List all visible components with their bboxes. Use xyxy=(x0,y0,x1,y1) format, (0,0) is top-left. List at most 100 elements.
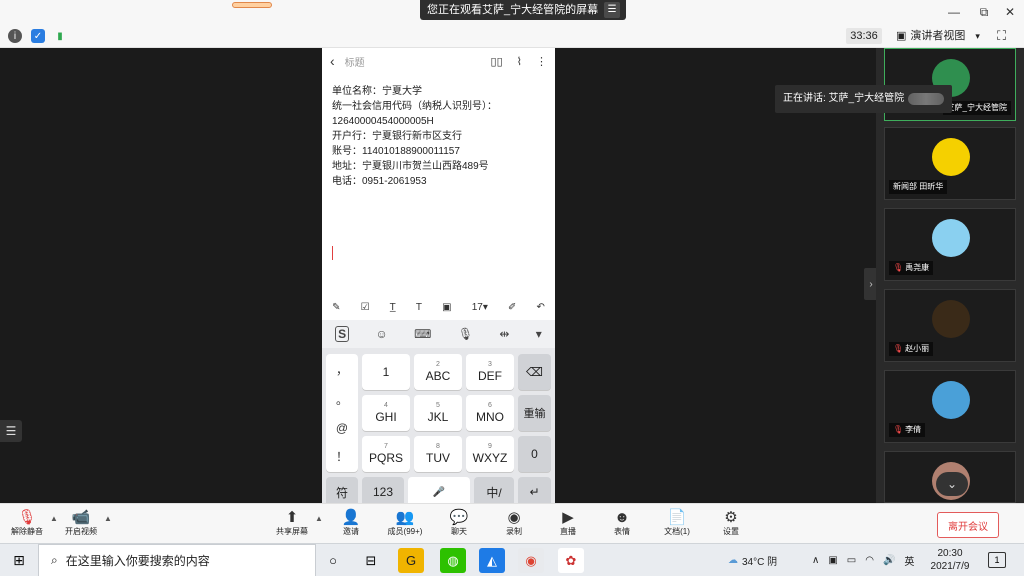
font-size-select[interactable]: 17▾ xyxy=(472,302,488,313)
restore-icon[interactable]: ⧉ xyxy=(970,0,998,24)
backspace-key[interactable]: ⌫ xyxy=(518,354,551,390)
sogou-logo-icon[interactable]: S xyxy=(335,326,350,342)
key-4[interactable]: 4 GHI xyxy=(362,395,410,431)
image-icon[interactable]: ▣ xyxy=(442,302,451,313)
taskbar-app-icon[interactable]: G xyxy=(398,548,424,573)
search-icon: ⌕ xyxy=(51,553,58,567)
more-icon[interactable]: ⋮ xyxy=(536,55,547,68)
key-6[interactable]: 6 MNO xyxy=(466,395,514,431)
docs-button[interactable]: 📄 文档(1) xyxy=(652,508,702,537)
tray-app-icon[interactable]: ▣ xyxy=(828,555,837,566)
participant-tile[interactable]: 🎙 禹尧康 xyxy=(884,208,1016,281)
emoji-button[interactable]: ☻ 表情 xyxy=(597,508,647,537)
settings-button[interactable]: ⚙ 设置 xyxy=(706,508,756,537)
number-switch-key[interactable]: 123 xyxy=(362,477,404,503)
chevron-up-icon[interactable]: ▲ xyxy=(104,514,112,523)
retype-key[interactable]: 重输 xyxy=(518,395,551,431)
pen-icon[interactable]: ✎ xyxy=(332,302,340,313)
key-9[interactable]: 9 WXYZ xyxy=(466,436,514,472)
menu-icon[interactable]: ☰ xyxy=(604,2,621,18)
meeting-app-icon[interactable]: ◭ xyxy=(479,548,505,573)
volume-icon[interactable]: 🔊 xyxy=(883,555,895,566)
members-button[interactable]: 👥 成员(99+) xyxy=(380,508,430,537)
chevron-down-icon[interactable]: ⌄ xyxy=(936,472,968,496)
start-video-button[interactable]: 📹 开启视频 xyxy=(56,508,106,537)
brush-icon[interactable]: ✐ xyxy=(508,302,516,313)
wechat-icon[interactable]: ◍ xyxy=(440,548,466,573)
symbol-switch-key[interactable]: 符 xyxy=(326,477,358,503)
muted-mic-icon: 🎙 xyxy=(17,509,37,526)
text-style-icon[interactable]: T xyxy=(416,302,422,313)
info-icon[interactable]: i xyxy=(8,29,22,43)
live-button[interactable]: ▶ 直播 xyxy=(543,508,593,537)
task-view-icon[interactable]: ○ xyxy=(320,548,346,573)
view-mode-dropdown[interactable]: ▣ 演讲者视图 ▾ xyxy=(896,27,980,45)
leave-meeting-button[interactable]: 离开会议 xyxy=(937,512,999,538)
avatar xyxy=(932,219,970,257)
paperclip-icon[interactable]: ⌇ xyxy=(517,55,522,68)
ime-indicator[interactable]: 英 xyxy=(904,553,914,568)
key-8[interactable]: 8 TUV xyxy=(414,436,462,472)
status-pill xyxy=(232,2,272,8)
collapse-keyboard-icon[interactable]: ▾ xyxy=(536,327,542,341)
meeting-toolbar: i ✓ ▮ 33:36 ▣ 演讲者视图 ▾ ⛶ xyxy=(0,24,1024,48)
taskbar-app-icon[interactable]: ⊟ xyxy=(358,548,384,573)
key-7[interactable]: 7 PQRS xyxy=(362,436,410,472)
enter-key[interactable]: ↵ xyxy=(518,477,551,503)
wifi-icon[interactable]: ◠ xyxy=(865,555,874,566)
chat-button[interactable]: 💬 聊天 xyxy=(434,508,484,537)
participant-tile[interactable]: 新闻部 田昕华 xyxy=(884,127,1016,200)
lang-switch-key[interactable]: 中/ xyxy=(474,477,514,503)
mic-icon[interactable]: 🎙 xyxy=(458,327,473,341)
symbol-column[interactable]: ， 。 @ ！ xyxy=(326,354,358,472)
unmute-button[interactable]: 🎙 解除静音 xyxy=(2,508,52,537)
chrome-icon[interactable]: ◉ xyxy=(518,548,544,573)
cursor-move-icon[interactable]: ⇹ xyxy=(499,327,509,341)
taskbar-search-input[interactable]: ⌕ 在这里输入你要搜索的内容 xyxy=(38,544,316,576)
note-title: 标题 xyxy=(344,57,365,69)
participant-tile[interactable]: 🎙 赵小丽 xyxy=(884,289,1016,362)
chevron-up-icon[interactable]: ∧ xyxy=(812,555,819,566)
checkbox-icon[interactable]: ☑ xyxy=(361,302,370,313)
close-icon[interactable]: ✕ xyxy=(996,0,1024,24)
symbol-key[interactable]: 。 xyxy=(336,391,348,408)
notification-icon[interactable]: 1 xyxy=(988,552,1006,568)
minimize-icon[interactable]: — xyxy=(940,0,968,24)
taskbar-app-icon[interactable]: ✿ xyxy=(558,548,584,573)
record-button[interactable]: ◉ 录制 xyxy=(489,508,539,537)
system-tray: ∧ ▣ ▭ ◠ 🔊 英 xyxy=(812,544,914,576)
shield-icon[interactable]: ✓ xyxy=(31,29,45,43)
fullscreen-icon[interactable]: ⛶ xyxy=(997,28,1006,44)
space-key[interactable]: 🎤 xyxy=(408,477,470,503)
participant-panel: 艾萨_宁大经管院 新闻部 田昕华 🎙 禹尧康 🎙 赵小丽 🎙 李倩 xyxy=(876,48,1024,503)
text-cursor xyxy=(332,246,333,260)
back-icon[interactable]: ‹ xyxy=(330,53,335,69)
share-screen-icon: ⬆ xyxy=(285,509,299,526)
list-icon[interactable]: ☰ xyxy=(0,420,22,442)
key-5[interactable]: 5 JKL xyxy=(414,395,462,431)
meeting-timer: 33:36 xyxy=(846,28,882,44)
undo-icon[interactable]: ↶ xyxy=(537,302,545,313)
emoji-icon[interactable]: ☺ xyxy=(376,327,388,341)
share-screen-button[interactable]: ⬆ 共享屏幕 xyxy=(267,508,317,537)
invite-button[interactable]: 👤 邀请 xyxy=(326,508,376,537)
system-clock[interactable]: 20:30 2021/7/9 xyxy=(924,547,976,573)
key-3[interactable]: 3 DEF xyxy=(466,354,514,390)
book-icon[interactable]: ▯▯ xyxy=(491,55,503,68)
symbol-key[interactable]: ！ xyxy=(336,448,348,465)
symbol-key[interactable]: @ xyxy=(336,421,348,435)
participant-name: 🎙 李倩 xyxy=(889,423,926,437)
key-0[interactable]: 0 xyxy=(518,436,551,472)
note-body[interactable]: 单位名称：宁夏大学 统一社会信用代码（纳税人识别号）： 126400004540… xyxy=(322,74,555,294)
add-user-icon: 👤 xyxy=(341,509,361,526)
weather-widget[interactable]: ☁ 34°C 阴 xyxy=(728,544,777,576)
windows-start-icon[interactable]: ⊞ xyxy=(0,544,38,576)
key-1[interactable]: 1 xyxy=(362,354,410,390)
symbol-key[interactable]: ， xyxy=(336,361,348,378)
keyboard-icon[interactable]: ⌨ xyxy=(414,327,431,341)
battery-icon[interactable]: ▭ xyxy=(847,555,856,566)
chevron-up-icon[interactable]: ▲ xyxy=(315,514,323,523)
key-2[interactable]: 2 ABC xyxy=(414,354,462,390)
participant-tile[interactable]: 🎙 李倩 xyxy=(884,370,1016,443)
heading-icon[interactable]: T̲ xyxy=(390,302,396,313)
